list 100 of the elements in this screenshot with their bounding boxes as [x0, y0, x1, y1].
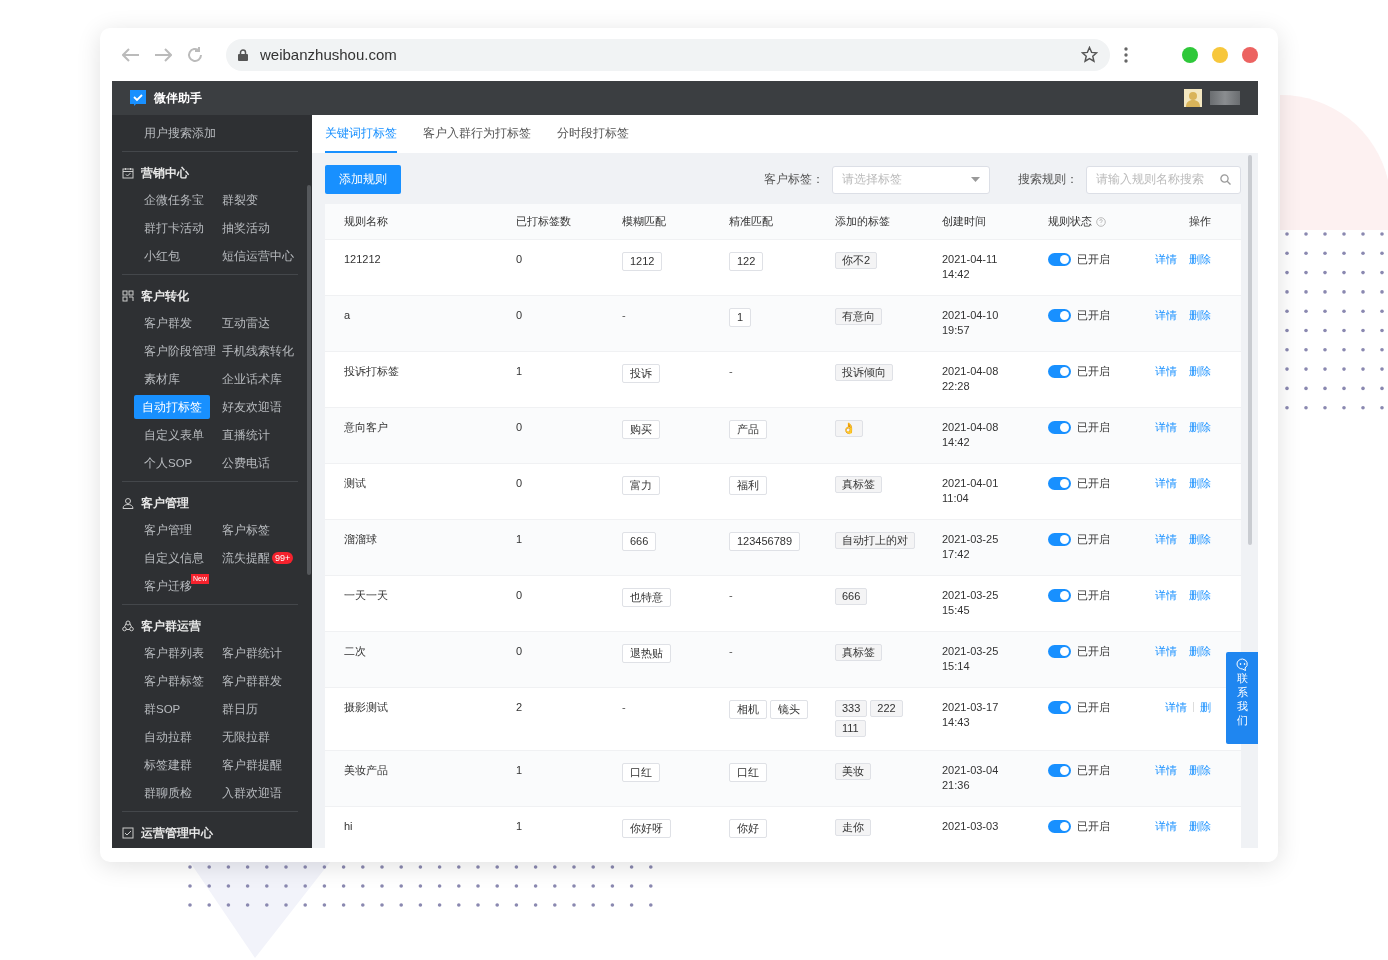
table-cell-text: 14:42 [942, 267, 971, 282]
label-tag: 👌 [835, 420, 863, 437]
toggle-switch[interactable] [1048, 253, 1071, 266]
table-cell-text: 2021-04-01 [942, 476, 1000, 491]
toggle-switch[interactable] [1048, 764, 1071, 777]
label-tag: 真标签 [835, 476, 882, 493]
toggle-switch[interactable] [1048, 477, 1071, 490]
keyword-tag: 666 [622, 532, 657, 551]
window-dot[interactable] [1182, 46, 1198, 63]
window-dot[interactable] [1242, 46, 1258, 63]
menu-item[interactable]: 公费电话 [214, 451, 270, 475]
menu-item[interactable]: 小红包 [126, 244, 180, 268]
toggle-switch[interactable] [1048, 421, 1071, 434]
menu-item[interactable]: 客户群群发 [214, 669, 282, 693]
table-cell: 0 [516, 589, 523, 601]
count-badge: 99+ [272, 552, 294, 564]
menu-item[interactable]: 无限拉群 [214, 725, 270, 749]
menu-item[interactable]: 自定义信息 [126, 546, 204, 570]
label-tag: 真标签 [835, 644, 882, 661]
reload-icon[interactable] [186, 45, 204, 64]
tab[interactable]: 客户入群行为打标签 [423, 115, 531, 153]
menu-item[interactable]: 标签建群 [126, 753, 192, 777]
menu-item[interactable]: 客户管理 [126, 518, 192, 542]
menu-item[interactable]: 素材库 [126, 367, 180, 391]
menu-item[interactable]: 群裂变 [214, 188, 258, 212]
logo-icon [130, 90, 146, 106]
redacted-name [1210, 91, 1240, 105]
status-text: 已开启 [1077, 588, 1110, 603]
table-cell: 0 [516, 421, 523, 433]
menu-item[interactable]: 入群欢迎语 [214, 781, 282, 805]
section-title: 运营管理中心 [141, 824, 213, 842]
help-icon[interactable] [1096, 216, 1106, 227]
menu-item[interactable]: 企业话术库 [214, 367, 282, 391]
star-icon[interactable] [1081, 46, 1098, 63]
menu-item[interactable]: 客户群列表 [126, 641, 204, 665]
column-header: 模糊匹配 [622, 215, 666, 227]
app-title: 微伴助手 [154, 89, 203, 107]
menu-item[interactable]: 群日历 [214, 697, 258, 721]
menu-item[interactable]: 好友欢迎语 [214, 395, 282, 419]
empty-value: - [622, 309, 626, 321]
menu-item[interactable]: 流失提醒 99+ [214, 546, 294, 570]
contact-button[interactable]: 联 系 我 们 [1226, 652, 1258, 744]
table-cell: 0 [516, 477, 523, 489]
table-cell-text: 19:57 [942, 323, 971, 338]
table-cell-text: 2021-04-10 [942, 308, 1000, 323]
forward-icon[interactable] [154, 47, 172, 62]
keyword-tag: 购买 [622, 420, 660, 439]
menu-item[interactable]: 群SOP [126, 697, 181, 721]
table-cell: 121212 [344, 253, 381, 265]
toggle-switch[interactable] [1048, 309, 1071, 322]
menu-item[interactable]: 客户群统计 [214, 641, 282, 665]
lock-icon [238, 48, 248, 61]
address-bar[interactable]: weibanzhushou.com [226, 38, 1110, 71]
menu-item[interactable]: 直播统计 [214, 423, 270, 447]
table-cell-text: 2021-03-25 [942, 588, 1000, 603]
status-text: 已开启 [1077, 364, 1110, 379]
tab[interactable]: 分时段打标签 [557, 115, 629, 153]
column-header: 已打标签数 [516, 215, 571, 227]
menu-item[interactable]: 抽奖活动 [214, 216, 270, 240]
keyword-tag: 镜头 [770, 700, 808, 719]
menu-item[interactable]: 客户标签 [214, 518, 270, 542]
status-text: 已开启 [1077, 819, 1110, 834]
toggle-switch[interactable] [1048, 589, 1071, 602]
menu-item[interactable]: 客户阶段管理 [126, 339, 216, 363]
table-cell: 0 [516, 309, 523, 321]
label-tag: 美妆 [835, 763, 871, 780]
menu-item[interactable]: 短信运营中心 [214, 244, 294, 268]
section-title: 客户转化 [141, 287, 189, 305]
menu-item[interactable]: 群聊质检 [126, 781, 192, 805]
menu-item[interactable]: 手机线索转化 [214, 339, 294, 363]
empty-value: - [729, 365, 733, 377]
more-icon[interactable] [1124, 46, 1128, 63]
menu-item[interactable]: 个人SOP [126, 451, 193, 475]
table-cell-text: 15:14 [942, 659, 971, 674]
toggle-switch[interactable] [1048, 365, 1071, 378]
menu-item[interactable]: 客户群提醒 [214, 753, 282, 777]
keyword-tag: 你好呀 [622, 819, 671, 838]
keyword-tag: 富力 [622, 476, 660, 495]
window-dot[interactable] [1212, 46, 1228, 63]
table-cell-text: 2021-03-03 [942, 819, 1000, 834]
status-text: 已开启 [1077, 644, 1110, 659]
keyword-tag: 也特意 [622, 588, 671, 607]
menu-item[interactable]: 企微任务宝 [126, 188, 204, 212]
toggle-switch[interactable] [1048, 701, 1071, 714]
keyword-tag: 产品 [729, 420, 767, 439]
column-header: 规则状态 [1048, 214, 1092, 229]
back-icon[interactable] [122, 47, 140, 62]
column-header: 创建时间 [942, 215, 986, 227]
menu-item[interactable]: 客户群发 [126, 311, 192, 335]
menu-item[interactable]: 自定义表单 [126, 423, 204, 447]
menu-item[interactable]: 互动雷达 [214, 311, 270, 335]
toggle-switch[interactable] [1048, 820, 1071, 833]
menu-item[interactable]: 自动拉群 [126, 725, 192, 749]
menu-item[interactable]: 客户群标签 [126, 669, 204, 693]
keyword-tag: 退热贴 [622, 644, 671, 663]
toggle-switch[interactable] [1048, 645, 1071, 658]
menu-item[interactable]: 用户搜索添加 [126, 121, 216, 145]
menu-item[interactable]: 群打卡活动 [126, 216, 204, 240]
label-tag: 自动打上的对 [835, 532, 915, 549]
toggle-switch[interactable] [1048, 533, 1071, 546]
